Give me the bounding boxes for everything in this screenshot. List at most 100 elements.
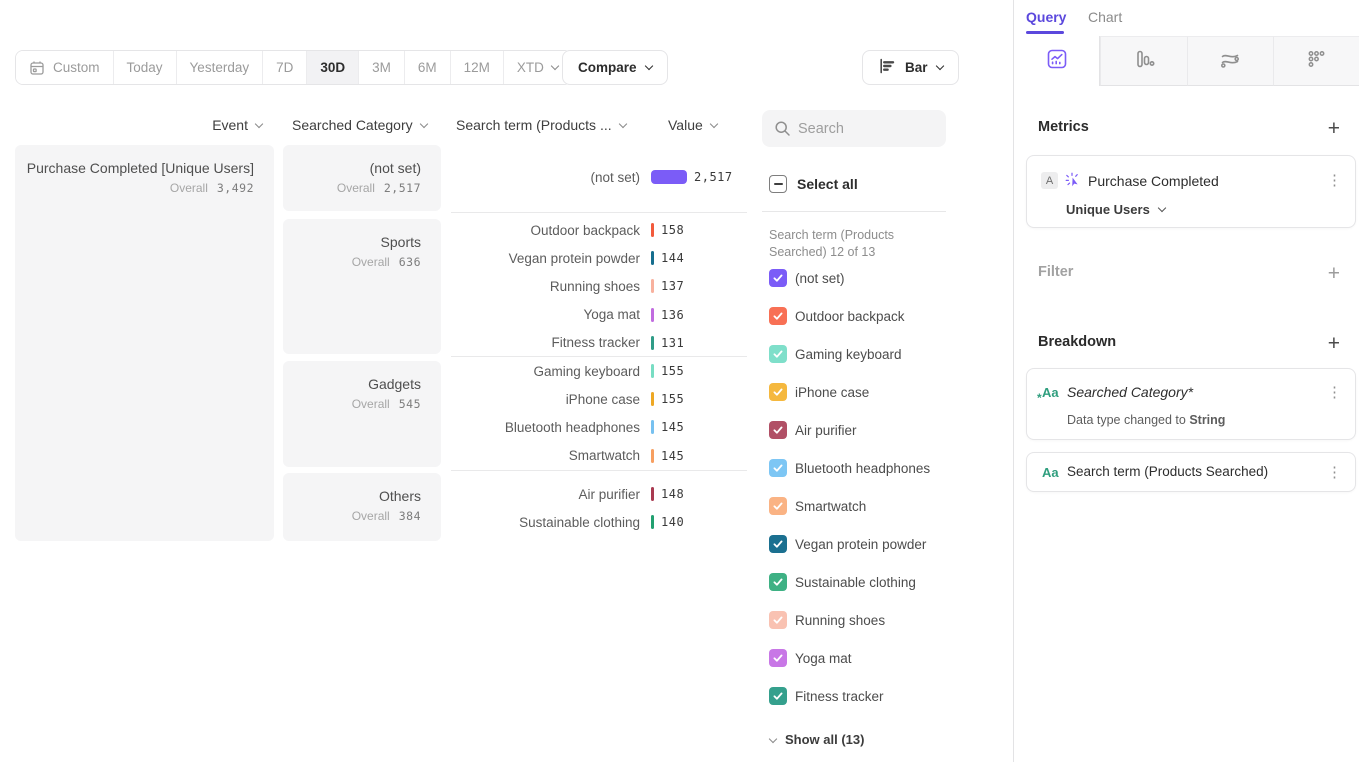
value-bar bbox=[651, 449, 654, 463]
chart-type-button[interactable]: Bar bbox=[862, 50, 959, 85]
value-label: 145 bbox=[661, 449, 684, 463]
tab-retention[interactable] bbox=[1273, 36, 1359, 86]
measure-label: Unique Users bbox=[1066, 202, 1150, 217]
breakdown-card[interactable]: Aa Search term (Products Searched) ⋮ bbox=[1026, 452, 1356, 492]
term-row[interactable]: iPhone case155 bbox=[451, 385, 751, 413]
event-cell[interactable]: Purchase Completed [Unique Users] Overal… bbox=[15, 145, 274, 541]
term-row[interactable]: Bluetooth headphones145 bbox=[451, 413, 751, 441]
legend-item[interactable]: Sustainable clothing bbox=[769, 573, 930, 591]
breakdown-menu-button[interactable]: ⋮ bbox=[1327, 383, 1342, 401]
date-range-3m[interactable]: 3M bbox=[359, 51, 405, 84]
date-range-7d[interactable]: 7D bbox=[263, 51, 307, 84]
tab-query[interactable]: Query bbox=[1026, 9, 1066, 25]
category-cell[interactable]: SportsOverall636 bbox=[283, 219, 441, 354]
category-cell[interactable]: OthersOverall384 bbox=[283, 473, 441, 541]
legend-item-label: (not set) bbox=[795, 271, 845, 286]
chevron-down-icon bbox=[644, 62, 652, 70]
column-header-term[interactable]: Search term (Products ... bbox=[456, 117, 626, 133]
breakdown-note: Data type changed to String bbox=[1067, 413, 1225, 427]
legend-item[interactable]: (not set) bbox=[769, 269, 930, 287]
retention-icon bbox=[1304, 47, 1328, 76]
date-range-today[interactable]: Today bbox=[114, 51, 177, 84]
term-row[interactable]: Yoga mat136 bbox=[451, 301, 751, 329]
tab-chart[interactable]: Chart bbox=[1088, 9, 1122, 25]
date-range-30d[interactable]: 30D bbox=[307, 51, 359, 84]
date-range-label: 12M bbox=[464, 60, 490, 75]
term-row[interactable]: Smartwatch145 bbox=[451, 442, 751, 470]
legend-item[interactable]: Fitness tracker bbox=[769, 687, 930, 705]
value-label: 2,517 bbox=[694, 170, 733, 184]
compare-button[interactable]: Compare bbox=[562, 50, 668, 85]
add-filter-button[interactable]: + bbox=[1328, 263, 1340, 284]
legend-item[interactable]: Yoga mat bbox=[769, 649, 930, 667]
legend-search-input[interactable] bbox=[798, 110, 942, 147]
add-breakdown-button[interactable]: + bbox=[1328, 333, 1340, 354]
checkbox-checked-icon[interactable] bbox=[769, 421, 787, 439]
term-label: Vegan protein powder bbox=[451, 251, 640, 266]
tab-insights[interactable] bbox=[1014, 36, 1100, 86]
metric-menu-button[interactable]: ⋮ bbox=[1327, 171, 1342, 189]
legend-item[interactable]: Bluetooth headphones bbox=[769, 459, 930, 477]
checkbox-checked-icon[interactable] bbox=[769, 573, 787, 591]
breakdown-card[interactable]: Aa Searched Category* ⋮ Data type change… bbox=[1026, 368, 1356, 440]
check-icon bbox=[772, 348, 784, 360]
term-label: Sustainable clothing bbox=[451, 515, 640, 530]
checkbox-checked-icon[interactable] bbox=[769, 611, 787, 629]
checkbox-checked-icon[interactable] bbox=[769, 307, 787, 325]
checkbox-checked-icon[interactable] bbox=[769, 383, 787, 401]
value-bar bbox=[651, 279, 654, 293]
value-bar bbox=[651, 170, 687, 184]
legend-item[interactable]: Outdoor backpack bbox=[769, 307, 930, 325]
term-row[interactable]: Outdoor backpack158 bbox=[451, 216, 751, 244]
date-range-custom[interactable]: Custom bbox=[16, 51, 114, 84]
value-bar bbox=[651, 251, 654, 265]
select-all[interactable]: Select all bbox=[769, 175, 858, 193]
category-cell[interactable]: (not set)Overall2,517 bbox=[283, 145, 441, 211]
date-range-yesterday[interactable]: Yesterday bbox=[177, 51, 264, 84]
checkbox-checked-icon[interactable] bbox=[769, 345, 787, 363]
insights-icon bbox=[1045, 47, 1069, 76]
category-cell[interactable]: GadgetsOverall545 bbox=[283, 361, 441, 467]
legend-item[interactable]: Running shoes bbox=[769, 611, 930, 629]
flows-icon bbox=[1218, 47, 1242, 76]
show-all-button[interactable]: Show all (13) bbox=[770, 732, 864, 747]
add-metric-button[interactable]: + bbox=[1328, 118, 1340, 139]
term-row[interactable]: Running shoes137 bbox=[451, 272, 751, 300]
term-row[interactable]: (not set)2,517 bbox=[451, 163, 751, 191]
checkbox-checked-icon[interactable] bbox=[769, 497, 787, 515]
checkbox-checked-icon[interactable] bbox=[769, 687, 787, 705]
checkbox-checked-icon[interactable] bbox=[769, 459, 787, 477]
date-range-12m[interactable]: 12M bbox=[451, 51, 504, 84]
legend-item[interactable]: iPhone case bbox=[769, 383, 930, 401]
legend-item[interactable]: Gaming keyboard bbox=[769, 345, 930, 363]
date-range-label: Yesterday bbox=[190, 60, 250, 75]
column-header-event[interactable]: Event bbox=[15, 117, 262, 133]
legend-search-box[interactable] bbox=[762, 110, 946, 147]
tab-flows[interactable] bbox=[1187, 36, 1273, 86]
indeterminate-checkbox-icon[interactable] bbox=[769, 175, 787, 193]
column-header-category[interactable]: Searched Category bbox=[292, 117, 427, 133]
overall-label: Overall bbox=[337, 181, 375, 195]
measure-dropdown[interactable]: Unique Users bbox=[1066, 202, 1165, 217]
legend-item-label: Vegan protein powder bbox=[795, 537, 926, 552]
date-range-xtd[interactable]: XTD bbox=[504, 51, 571, 84]
legend-item[interactable]: Air purifier bbox=[769, 421, 930, 439]
category-overall: Overall2,517 bbox=[337, 181, 421, 195]
term-row[interactable]: Fitness tracker131 bbox=[451, 329, 751, 357]
metric-card[interactable]: A Purchase Completed ⋮ Unique Users bbox=[1026, 155, 1356, 228]
value-label: 148 bbox=[661, 487, 684, 501]
column-header-value[interactable]: Value bbox=[668, 117, 717, 133]
checkbox-checked-icon[interactable] bbox=[769, 269, 787, 287]
legend-count-label: Search term (Products Searched) 12 of 13 bbox=[769, 227, 931, 260]
checkbox-checked-icon[interactable] bbox=[769, 535, 787, 553]
term-row[interactable]: Air purifier148 bbox=[451, 480, 751, 508]
term-row[interactable]: Sustainable clothing140 bbox=[451, 508, 751, 536]
date-range-6m[interactable]: 6M bbox=[405, 51, 451, 84]
legend-item[interactable]: Vegan protein powder bbox=[769, 535, 930, 553]
term-row[interactable]: Gaming keyboard155 bbox=[451, 357, 751, 385]
tab-funnels[interactable] bbox=[1100, 36, 1186, 86]
term-row[interactable]: Vegan protein powder144 bbox=[451, 244, 751, 272]
checkbox-checked-icon[interactable] bbox=[769, 649, 787, 667]
breakdown-menu-button[interactable]: ⋮ bbox=[1327, 463, 1342, 481]
legend-item[interactable]: Smartwatch bbox=[769, 497, 930, 515]
